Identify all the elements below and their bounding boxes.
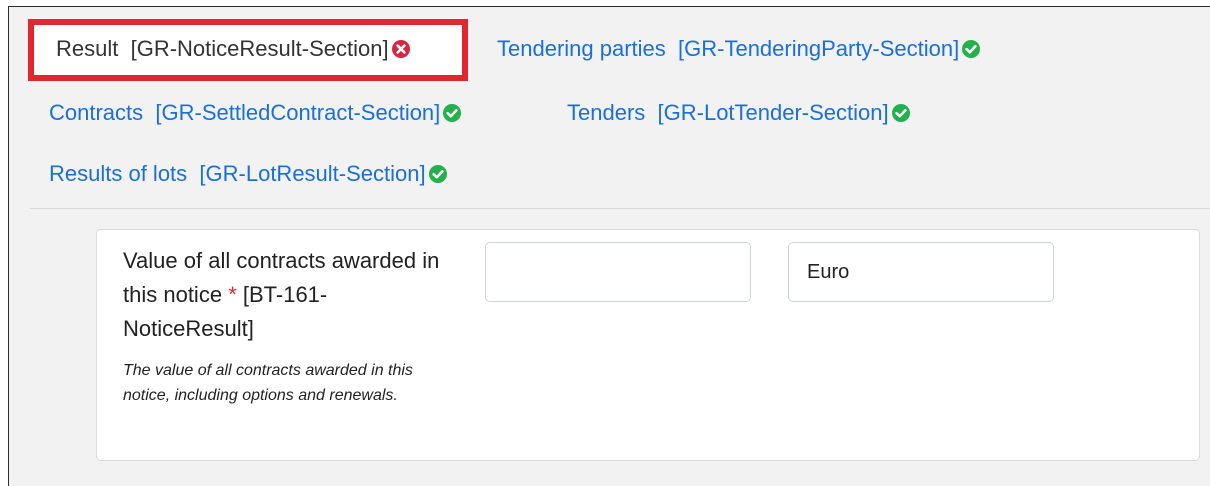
tab-code: [GR-SettledContract-Section] (155, 100, 441, 125)
tab-label: Contracts (49, 100, 144, 125)
x-circle-icon (391, 40, 410, 58)
tab-label: Tendering parties (497, 36, 666, 61)
tab-results-of-lots[interactable]: Results of lots [GR-LotResult-Section] (49, 161, 447, 187)
tab-contracts[interactable]: Contracts [GR-SettledContract-Section] (49, 100, 462, 126)
currency-value: Euro (807, 260, 850, 283)
check-circle-icon (891, 104, 910, 122)
tab-label: Result (56, 36, 119, 61)
tab-tenders[interactable]: Tenders [GR-LotTender-Section] (567, 100, 910, 126)
currency-select[interactable]: Euro (788, 242, 1054, 302)
check-circle-icon (443, 104, 462, 122)
amount-input[interactable] (485, 242, 751, 302)
tab-tendering-parties[interactable]: Tendering parties [GR-TenderingParty-Sec… (497, 36, 981, 62)
check-circle-icon (962, 40, 981, 58)
tabs-divider (30, 208, 1210, 209)
tab-code: [GR-LotTender-Section] (657, 100, 889, 125)
required-marker: * (228, 282, 237, 307)
field-hint: The value of all contracts awarded in th… (123, 362, 413, 404)
tab-label: Results of lots (49, 161, 188, 186)
tab-code: [GR-LotResult-Section] (199, 161, 426, 186)
check-circle-icon (428, 165, 447, 183)
field-label: Value of all contracts awarded in this n… (123, 244, 453, 346)
tab-result[interactable]: Result [GR-NoticeResult-Section] (56, 36, 410, 62)
tab-label: Tenders (567, 100, 646, 125)
tab-code: [GR-NoticeResult-Section] (130, 36, 389, 61)
tab-code: [GR-TenderingParty-Section] (678, 36, 960, 61)
field-card: Value of all contracts awarded in this n… (96, 229, 1200, 461)
